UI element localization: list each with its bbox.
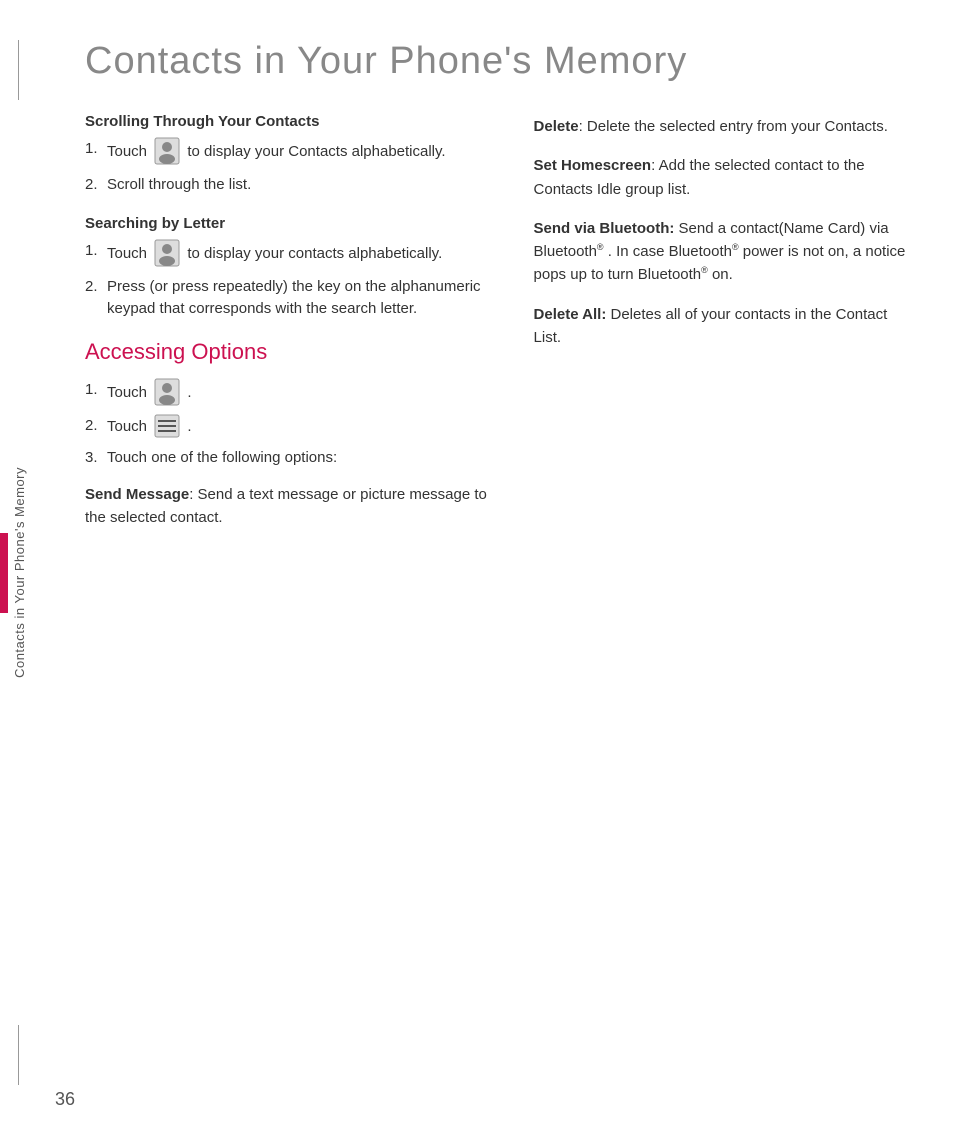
side-tab-line-bottom	[18, 1025, 19, 1085]
delete-text: : Delete the selected entry from your Co…	[579, 118, 888, 135]
section-scrolling: Scrolling Through Your Contacts 1. Touch	[85, 113, 504, 197]
list-text: Touch to display your contacts alphabeti…	[107, 240, 504, 268]
page-title: Contacts in Your Phone's Memory	[85, 40, 914, 83]
two-col-layout: Scrolling Through Your Contacts 1. Touch	[85, 113, 914, 546]
list-item: 1. Touch to display your Contacts alphab…	[85, 138, 504, 166]
list-text: Touch .	[107, 379, 504, 407]
list-text: Touch one of the following options:	[107, 447, 504, 470]
contact-icon	[154, 137, 180, 165]
list-number: 1.	[85, 138, 107, 161]
side-tab-line-top	[18, 40, 19, 100]
list-number: 1.	[85, 379, 107, 402]
list-text: Touch to display your Contacts alphabeti…	[107, 138, 504, 166]
section-searching: Searching by Letter 1. Touch to display …	[85, 215, 504, 321]
set-homescreen-label: Set Homescreen	[534, 157, 652, 174]
menu-icon	[154, 414, 180, 438]
list-item: 3. Touch one of the following options:	[85, 447, 504, 470]
list-number: 2.	[85, 415, 107, 438]
side-tab-label: Contacts in Your Phone's Memory	[12, 467, 27, 678]
side-tab: Contacts in Your Phone's Memory	[0, 0, 38, 1145]
delete-all-para: Delete All: Deletes all of your contacts…	[534, 303, 914, 350]
contact-icon	[154, 378, 180, 406]
list-number: 2.	[85, 174, 107, 197]
list-number: 3.	[85, 447, 107, 470]
right-column: Delete: Delete the selected entry from y…	[534, 113, 914, 546]
list-item: 2. Press (or press repeatedly) the key o…	[85, 276, 504, 321]
left-column: Scrolling Through Your Contacts 1. Touch	[85, 113, 504, 546]
section-searching-heading: Searching by Letter	[85, 215, 504, 232]
page-number: 36	[55, 1089, 75, 1110]
list-number: 2.	[85, 276, 107, 299]
section-accessing-options: Accessing Options 1. Touch .	[85, 339, 504, 470]
delete-label: Delete	[534, 118, 579, 135]
list-item: 1. Touch to display your contacts alphab…	[85, 240, 504, 268]
delete-para: Delete: Delete the selected entry from y…	[534, 115, 914, 138]
list-number: 1.	[85, 240, 107, 263]
section-scrolling-heading: Scrolling Through Your Contacts	[85, 113, 504, 130]
send-message-label: Send Message	[85, 486, 189, 503]
list-item: 2. Touch .	[85, 415, 504, 439]
delete-all-label: Delete All:	[534, 306, 607, 323]
contact-icon	[154, 239, 180, 267]
send-bluetooth-para: Send via Bluetooth: Send a contact(Name …	[534, 217, 914, 287]
list-text: Touch .	[107, 415, 504, 439]
send-bluetooth-label: Send via Bluetooth:	[534, 220, 675, 237]
side-tab-bar	[0, 533, 8, 613]
list-item: 1. Touch .	[85, 379, 504, 407]
send-message-para: Send Message: Send a text message or pic…	[85, 483, 504, 530]
list-text: Scroll through the list.	[107, 174, 504, 197]
set-homescreen-para: Set Homescreen: Add the selected contact…	[534, 154, 914, 201]
list-text: Press (or press repeatedly) the key on t…	[107, 276, 504, 321]
main-content: Contacts in Your Phone's Memory Scrollin…	[55, 0, 954, 1145]
page-container: Contacts in Your Phone's Memory Contacts…	[0, 0, 954, 1145]
list-item: 2. Scroll through the list.	[85, 174, 504, 197]
section-accessing-heading: Accessing Options	[85, 339, 504, 365]
